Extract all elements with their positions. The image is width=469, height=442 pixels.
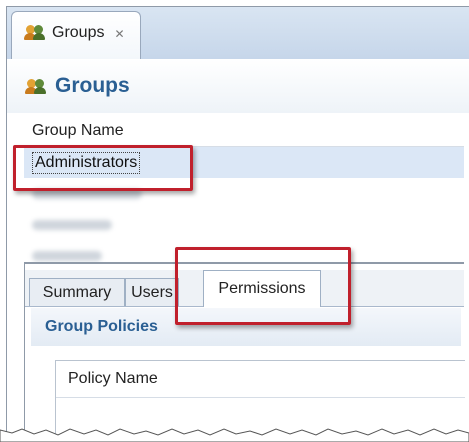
groups-icon (25, 78, 47, 95)
tab-users[interactable]: Users (125, 278, 179, 306)
editor-tab-strip: Groups ✕ (7, 7, 469, 60)
obscured-group-name (32, 219, 112, 230)
close-icon[interactable]: ✕ (114, 27, 124, 41)
column-header-policy-name[interactable]: Policy Name (56, 361, 465, 398)
page-header: Groups (7, 59, 469, 113)
torn-edge (0, 428, 469, 442)
highlight-callout-administrators (13, 145, 193, 191)
obscured-group-name (32, 250, 102, 261)
groups-editor-tab[interactable]: Groups ✕ (11, 11, 141, 59)
tab-summary[interactable]: Summary (29, 278, 125, 306)
table-row[interactable] (24, 209, 464, 240)
column-header-group-name[interactable]: Group Name (24, 116, 464, 147)
groups-icon (24, 25, 46, 41)
editor-tab-title: Groups (52, 24, 105, 41)
page-title: Groups (55, 74, 130, 97)
highlight-callout-permissions-tab (175, 247, 351, 325)
